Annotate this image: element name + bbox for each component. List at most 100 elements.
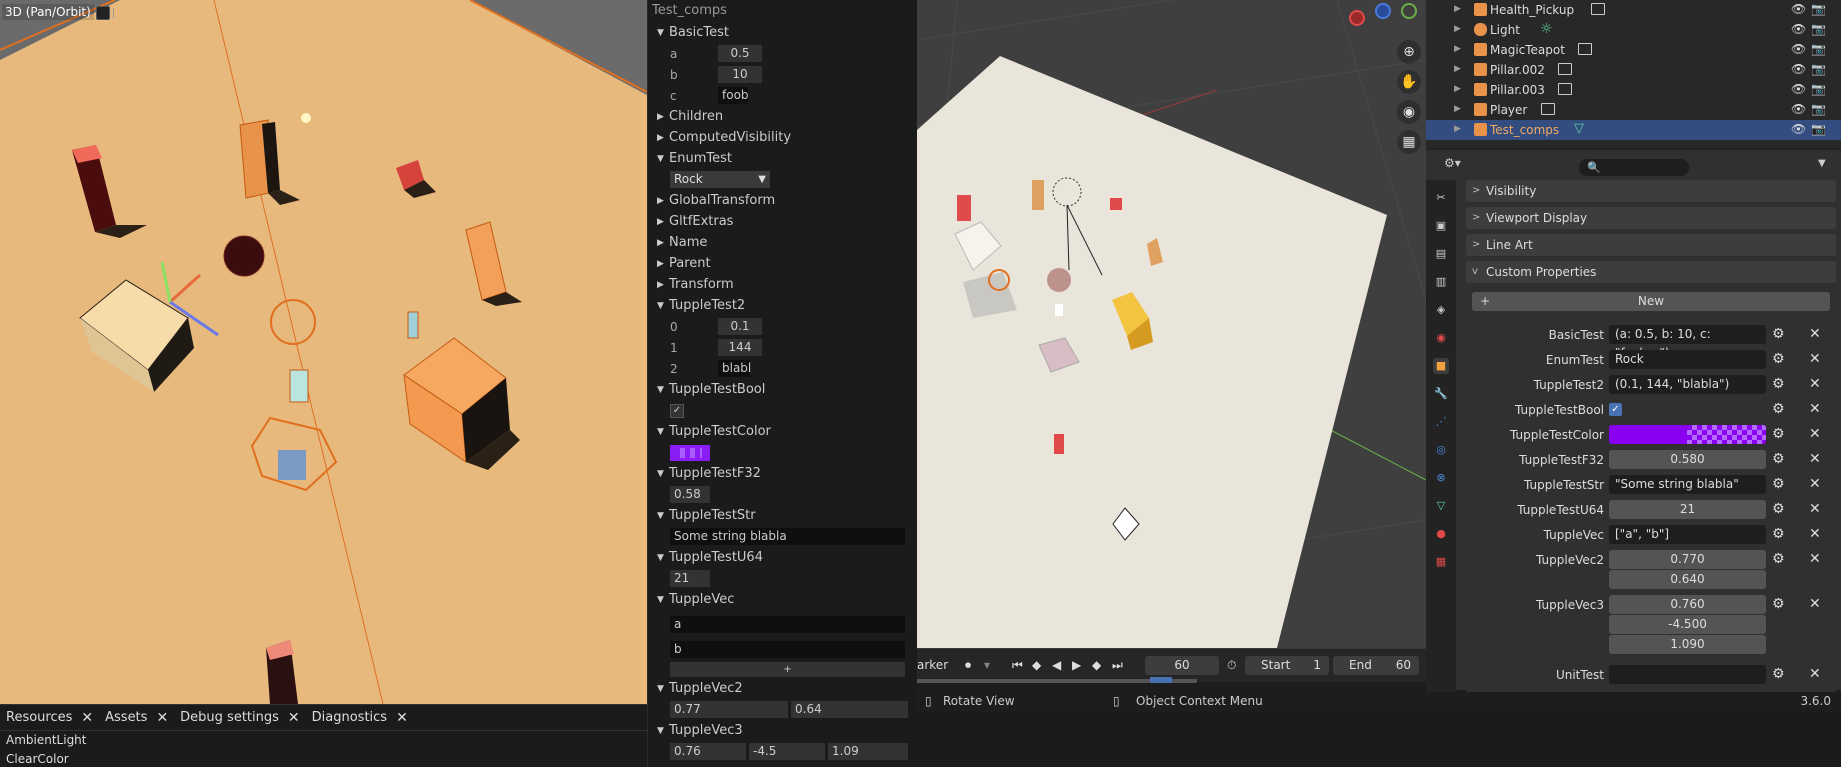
expand-triangle-icon[interactable]: ▼ xyxy=(657,511,669,521)
expand-arrow-icon[interactable]: ▶ xyxy=(1454,44,1461,54)
prop-value-input[interactable] xyxy=(1609,665,1766,684)
component-tupple-test-u64[interactable]: ▼ TuppleTestU64 xyxy=(648,547,917,568)
data-tab-icon[interactable]: ▽ xyxy=(1433,498,1449,514)
game-viewport[interactable]: 3D (Pan/Orbit) xyxy=(0,0,647,704)
x-axis-icon[interactable] xyxy=(1349,10,1365,26)
field-1-input[interactable]: 144 xyxy=(718,339,762,356)
chevron-down-icon[interactable]: ▼ xyxy=(1818,158,1826,169)
jump-end-icon[interactable]: ⏭ xyxy=(1112,658,1123,673)
viewport-toggle-checkbox[interactable] xyxy=(96,6,110,20)
close-icon[interactable]: ✕ xyxy=(1809,351,1821,367)
f32-input[interactable]: 0.58 xyxy=(670,486,710,503)
gear-icon[interactable]: ⚙ xyxy=(1772,666,1785,682)
prop-vec3-x-input[interactable]: 0.760 xyxy=(1609,595,1766,614)
u64-input[interactable]: 21 xyxy=(670,570,710,587)
component-children[interactable]: ▶ Children xyxy=(648,106,917,127)
component-tupple-vec2[interactable]: ▼ TuppleVec2 xyxy=(648,678,917,699)
blender-3d-viewport[interactable]: ⊕ ✋ ◉ ▦ xyxy=(917,0,1426,648)
close-icon[interactable]: ✕ xyxy=(1809,426,1821,442)
expand-arrow-icon[interactable]: ▶ xyxy=(1454,64,1461,74)
prop-vec3-y-input[interactable]: -4.500 xyxy=(1609,615,1766,634)
gear-icon[interactable]: ⚙ xyxy=(1772,351,1785,367)
close-icon[interactable]: ✕ xyxy=(1809,551,1821,567)
collapse-triangle-icon[interactable]: ▶ xyxy=(657,133,669,143)
prop-vec3-z-input[interactable]: 1.090 xyxy=(1609,635,1766,654)
tab-resources[interactable]: Resources ✕ xyxy=(0,705,99,731)
zoom-icon[interactable]: ⊕ xyxy=(1397,40,1421,64)
list-item[interactable]: AmbientLight xyxy=(0,731,647,750)
expand-arrow-icon[interactable]: ▶ xyxy=(1454,24,1461,34)
properties-search-input[interactable]: 🔍 xyxy=(1579,159,1689,176)
field-b-input[interactable]: 10 xyxy=(718,66,762,83)
tool-tab-icon[interactable]: ✂ xyxy=(1433,190,1449,206)
component-enum-test[interactable]: ▼ EnumTest xyxy=(648,148,917,169)
component-tupple-test-f32[interactable]: ▼ TuppleTestF32 xyxy=(648,463,917,484)
outliner-item-light[interactable]: ▶ Light ☼ 👁 📷 xyxy=(1426,20,1841,40)
outliner-item-test-comps[interactable]: ▶ Test_comps ▽ 👁 📷 xyxy=(1426,120,1841,140)
scene-tab-icon[interactable]: ◈ xyxy=(1433,302,1449,318)
close-icon[interactable]: ✕ xyxy=(1809,666,1821,682)
prop-vec2-y-input[interactable]: 0.640 xyxy=(1609,570,1766,589)
component-parent[interactable]: ▶ Parent xyxy=(648,253,917,274)
camera-icon[interactable]: 📷 xyxy=(1811,62,1826,76)
outliner-item-pillar-003[interactable]: ▶ Pillar.003 👁 📷 xyxy=(1426,80,1841,100)
str-input[interactable]: Some string blabla xyxy=(670,528,905,545)
tab-assets[interactable]: Assets ✕ xyxy=(99,705,174,731)
gear-icon[interactable]: ⚙ xyxy=(1772,376,1785,392)
component-tupple-test2[interactable]: ▼ TuppleTest2 xyxy=(648,295,917,316)
play-icon[interactable]: ▶ xyxy=(1072,658,1081,672)
color-swatch[interactable] xyxy=(670,444,710,461)
view-layer-tab-icon[interactable]: ▥ xyxy=(1433,274,1449,290)
component-tupple-test-color[interactable]: ▼ TuppleTestColor xyxy=(648,421,917,442)
record-icon[interactable]: ⏺ xyxy=(965,658,971,673)
component-gltf-extras[interactable]: ▶ GltfExtras xyxy=(648,211,917,232)
editor-type-icon[interactable]: ⚙▾ xyxy=(1444,156,1461,170)
component-computed-visibility[interactable]: ▶ ComputedVisibility xyxy=(648,127,917,148)
component-tupple-test-bool[interactable]: ▼ TuppleTestBool xyxy=(648,379,917,400)
render-tab-icon[interactable]: ▣ xyxy=(1433,218,1449,234)
vec-item-b-input[interactable]: b xyxy=(670,640,905,658)
prev-keyframe-icon[interactable]: ◆ xyxy=(1032,658,1041,672)
gear-icon[interactable]: ⚙ xyxy=(1772,326,1785,342)
component-transform[interactable]: ▶ Transform xyxy=(648,274,917,295)
eye-icon[interactable]: 👁 xyxy=(1791,22,1806,36)
field-c-input[interactable]: foob xyxy=(718,87,749,104)
prop-color-swatch[interactable] xyxy=(1609,425,1766,444)
play-reverse-icon[interactable]: ◀ xyxy=(1052,658,1061,672)
expand-triangle-icon[interactable]: ▼ xyxy=(657,684,669,694)
close-icon[interactable]: ✕ xyxy=(81,710,93,726)
physics-tab-icon[interactable]: ◎ xyxy=(1433,442,1449,458)
camera-icon[interactable]: 📷 xyxy=(1811,42,1826,56)
expand-triangle-icon[interactable]: ▼ xyxy=(657,726,669,736)
object-tab-icon[interactable]: ■ xyxy=(1433,358,1449,374)
component-tupple-vec[interactable]: ▼ TuppleVec xyxy=(648,589,917,610)
close-icon[interactable]: ✕ xyxy=(1809,501,1821,517)
gear-icon[interactable]: ⚙ xyxy=(1772,426,1785,442)
pan-hand-icon[interactable]: ✋ xyxy=(1397,70,1421,94)
material-tab-icon[interactable]: ● xyxy=(1433,526,1449,542)
eye-icon[interactable]: 👁 xyxy=(1791,122,1806,136)
new-property-button[interactable]: + New xyxy=(1472,292,1830,311)
close-icon[interactable]: ✕ xyxy=(1809,451,1821,467)
panel-custom-properties[interactable]: v Custom Properties xyxy=(1466,261,1836,283)
outliner-item-pillar-002[interactable]: ▶ Pillar.002 👁 📷 xyxy=(1426,60,1841,80)
constraints-tab-icon[interactable]: ⊗ xyxy=(1433,470,1449,486)
marker-menu[interactable]: arker xyxy=(917,658,948,672)
camera-icon[interactable]: 📷 xyxy=(1811,22,1826,36)
panel-viewport-display[interactable]: > Viewport Display xyxy=(1466,207,1836,229)
list-item[interactable]: ClearColor xyxy=(0,750,647,767)
expand-triangle-icon[interactable]: ▼ xyxy=(657,553,669,563)
collapse-triangle-icon[interactable]: ▶ xyxy=(657,280,669,290)
expand-triangle-icon[interactable]: ▼ xyxy=(657,28,669,38)
prop-number-input[interactable]: 21 xyxy=(1609,500,1766,519)
eye-icon[interactable]: 👁 xyxy=(1791,82,1806,96)
component-basic-test[interactable]: ▼ BasicTest xyxy=(648,22,917,43)
vec3-x-input[interactable]: 0.76 xyxy=(670,743,746,760)
gear-icon[interactable]: ⚙ xyxy=(1772,401,1785,417)
close-icon[interactable]: ✕ xyxy=(1809,476,1821,492)
stopwatch-icon[interactable]: ⏱ xyxy=(1227,658,1236,673)
close-icon[interactable]: ✕ xyxy=(1809,376,1821,392)
expand-arrow-icon[interactable]: ▶ xyxy=(1454,4,1461,14)
chevron-down-icon[interactable]: ▾ xyxy=(984,658,990,672)
eye-icon[interactable]: 👁 xyxy=(1791,42,1806,56)
